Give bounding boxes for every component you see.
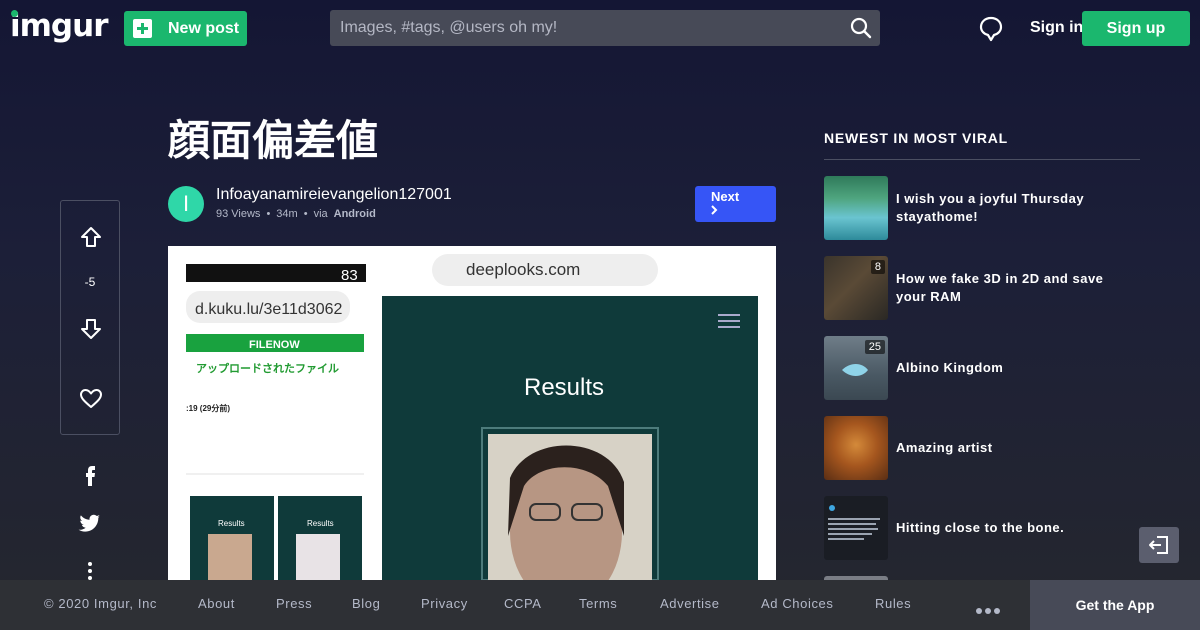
facebook-icon[interactable] [78,463,102,487]
screenshot-site: deeplooks.com [466,260,580,279]
thumbnail-tweet-lines [828,505,880,540]
footer-link-rules[interactable]: Rules [875,596,911,611]
twitter-icon[interactable] [78,511,102,535]
image-count-badge: 25 [864,340,885,354]
post-thumbnail [824,176,888,240]
search-bar [330,10,880,46]
chat-bubble-icon[interactable] [979,16,1003,42]
post-thumbnail: 25 [824,336,888,400]
sidebar-post[interactable]: Hitting close to the bone. [824,496,1140,560]
meta-separator: • [266,208,271,220]
sidebar-post-title: I wish you a joyful Thursday stayathome! [896,191,1085,224]
screenshot-time-ago: :19 (29分前) [186,403,230,413]
sign-in-arrow-icon [1149,536,1168,554]
post-meta: 93 Views • 34m • via Android [216,208,376,220]
post-thumbnail: 8 [824,256,888,320]
heart-icon[interactable] [79,387,103,411]
post-thumbnail [824,496,888,560]
screenshot-uploaded-text: アップロードされたファイル [196,361,339,375]
footer-link-advertise[interactable]: Advertise [660,596,720,611]
sidebar-post[interactable]: I wish you a joyful Thursday stayathome! [824,176,1140,240]
new-post-label: New post [168,20,240,37]
footer-link-terms[interactable]: Terms [579,596,617,611]
downvote-arrow-icon[interactable] [79,317,103,341]
search-input[interactable] [330,10,830,46]
vote-score: -5 [84,275,96,289]
author-name[interactable]: Infoayanamireievangelion127001 [216,186,452,204]
footer: © 2020 Imgur, Inc About Press Blog Priva… [0,580,1200,630]
screenshot-results: Results [524,374,604,401]
vote-panel: -5 [60,200,120,435]
via-prefix: via [313,208,328,220]
next-label: Next [711,189,740,204]
sidebar-title: NEWEST IN MOST VIRAL [824,130,1008,146]
post-thumbnail [824,416,888,480]
footer-link-ccpa[interactable]: CCPA [504,596,542,611]
sidebar-post-title: Hitting close to the bone. [896,520,1065,535]
screenshot-url: d.kuku.lu/3e11d3062 [195,301,342,318]
footer-link-press[interactable]: Press [276,596,312,611]
avatar[interactable]: I [168,186,204,222]
footer-link-privacy[interactable]: Privacy [421,596,468,611]
upvote-arrow-icon[interactable] [79,225,103,249]
footer-link-about[interactable]: About [198,596,235,611]
footer-copyright: © 2020 Imgur, Inc [44,596,158,611]
search-icon[interactable] [850,17,872,39]
post-image-content: d.kuku.lu/3e11d3062 83 FILENOW アップロードされた… [168,246,776,580]
more-links-icon[interactable] [976,601,1003,619]
sidebar-post-title: Albino Kingdom [896,360,1004,375]
sign-up-button[interactable]: Sign up [1082,11,1190,46]
logo-text: imgur [10,8,108,44]
imgur-logo[interactable]: imgur [10,8,108,44]
top-bar: imgur New post Sign in Sign up [0,0,1200,56]
mini-results-1: Results [218,519,245,528]
post-image[interactable]: d.kuku.lu/3e11d3062 83 FILENOW アップロードされた… [168,246,776,580]
screenshot-filenow: FILENOW [249,339,300,351]
view-count: 93 Views [216,208,261,220]
sidebar-divider [824,159,1140,160]
footer-link-ad-choices[interactable]: Ad Choices [761,596,833,611]
new-post-button[interactable]: New post [124,11,247,46]
post-age: 34m [276,208,298,220]
thumbnail-fish-shape [842,364,868,376]
plus-square-icon [133,19,152,38]
exit-fullscreen-button[interactable] [1139,527,1179,563]
image-count-badge: 8 [870,260,885,274]
sidebar-post[interactable]: Amazing artist [824,416,1140,480]
get-the-app-button[interactable]: Get the App [1030,580,1200,630]
sidebar-post[interactable]: 25 Albino Kingdom [824,336,1140,400]
sidebar-post[interactable]: 8 How we fake 3D in 2D and save your RAM [824,256,1140,320]
mini-results-2: Results [307,519,334,528]
post-title: 顔面偏差値 [168,116,379,165]
screenshot-status-time: 83 [341,267,358,284]
next-button[interactable]: Next [695,186,776,222]
meta-separator: • [303,208,308,220]
logo-dot [11,10,18,17]
sign-in-link[interactable]: Sign in [1030,19,1083,37]
sidebar-post-title: Amazing artist [896,440,993,455]
chevron-right-icon [711,205,718,215]
sidebar-post-title: How we fake 3D in 2D and save your RAM [896,271,1104,304]
footer-link-blog[interactable]: Blog [352,596,380,611]
via-source: Android [333,208,376,220]
